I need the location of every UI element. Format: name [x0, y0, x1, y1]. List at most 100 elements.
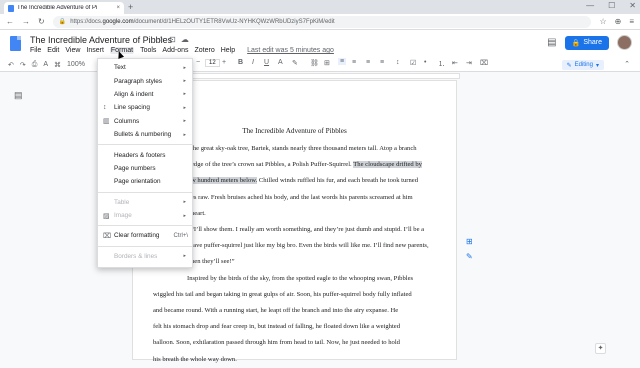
format-menu-item-headers-and-footers[interactable]: Headers & footers: [98, 148, 192, 161]
star-icon[interactable]: ☆: [157, 35, 164, 44]
editing-label: Editing: [574, 62, 593, 68]
format-menu-label: Columns: [114, 117, 140, 125]
close-window-button[interactable]: ✕: [629, 1, 636, 10]
format-menu-item-page-orientation[interactable]: Page orientation: [98, 175, 192, 188]
reload-icon[interactable]: ↻: [38, 17, 45, 26]
extension-icon[interactable]: ⊕: [615, 17, 622, 26]
format-menu-item-borders-and-lines: Borders & lines ▸: [98, 250, 192, 263]
ruler-track[interactable]: [190, 73, 460, 79]
menu-addons[interactable]: Add-ons: [162, 47, 188, 54]
forward-arrow-icon[interactable]: →: [22, 17, 30, 26]
menu-file[interactable]: File: [30, 47, 41, 54]
cloud-status-icon[interactable]: ☁: [181, 35, 189, 44]
menu-insert[interactable]: Insert: [86, 47, 104, 54]
document-title[interactable]: The Incredible Adventure of Pibbles: [30, 35, 172, 45]
format-menu-item-page-numbers[interactable]: Page numbers: [98, 162, 192, 175]
menu-separator: [98, 225, 192, 227]
explore-icon[interactable]: ✦: [595, 343, 606, 354]
format-menu-item-table: Table ▸: [98, 196, 192, 209]
body-line: wiggled his tail and began taking in gre…: [153, 290, 412, 298]
spellcheck-icon[interactable]: A: [43, 61, 48, 68]
menu-separator: [98, 191, 192, 193]
submenu-arrow-icon: ▸: [183, 199, 186, 206]
font-size-input[interactable]: 12: [205, 59, 220, 67]
move-folder-icon[interactable]: ⊡: [169, 35, 176, 44]
undo-icon[interactable]: ↶: [8, 61, 14, 69]
format-menu-label: Bullets & numbering: [114, 131, 172, 139]
format-menu-label: Align & indent: [114, 90, 154, 98]
italic-icon[interactable]: I: [252, 59, 254, 66]
menu-separator: [98, 245, 192, 247]
bold-icon[interactable]: B: [238, 59, 243, 66]
collapse-toolbar-icon[interactable]: ⌃: [624, 60, 630, 68]
address-row: ← → ↻ 🔒 https://docs.google.com/document…: [0, 14, 640, 30]
editing-mode-button[interactable]: ✎ Editing ▾: [561, 60, 604, 70]
document-outline-icon[interactable]: ▤: [14, 90, 23, 101]
align-left-icon[interactable]: ≡: [338, 58, 347, 65]
bulleted-list-icon[interactable]: •: [424, 59, 426, 66]
suggest-edit-icon[interactable]: ✎: [466, 252, 475, 261]
maximize-button[interactable]: ☐: [608, 1, 615, 10]
align-right-icon[interactable]: ≡: [366, 59, 370, 66]
submenu-arrow-icon: ▸: [183, 131, 186, 138]
increase-font-icon[interactable]: +: [222, 59, 226, 66]
avatar[interactable]: [617, 35, 632, 50]
format-menu-item-text[interactable]: Text ▸: [98, 61, 192, 74]
menu-separator: [98, 144, 192, 146]
tab-close-icon[interactable]: ×: [116, 5, 120, 11]
align-center-icon[interactable]: ≡: [352, 59, 356, 66]
browser-tab[interactable]: The Incredible Adventure of Pi ×: [4, 2, 124, 14]
bookmark-star-icon[interactable]: ☆: [599, 17, 606, 26]
format-menu-item-columns[interactable]: ▥ Columns ▸: [98, 115, 192, 128]
paint-format-icon[interactable]: ⌘: [54, 61, 61, 69]
format-menu: Text ▸ Paragraph styles ▸ Align & indent ▸ ↕ Li…: [97, 58, 193, 268]
text-color-icon[interactable]: A: [278, 59, 283, 66]
add-comment-icon[interactable]: ⊞: [324, 59, 330, 67]
docs-logo-icon[interactable]: [10, 36, 21, 51]
minimize-button[interactable]: —: [586, 1, 594, 10]
share-button[interactable]: 🔒 Share: [564, 35, 609, 50]
document-body[interactable]: the great sky-oak tree, Bartek, stands n…: [153, 141, 446, 368]
decrease-font-icon[interactable]: −: [196, 59, 200, 66]
add-comment-icon[interactable]: ⊞: [466, 237, 475, 246]
format-menu-item-bullets-and-numbering[interactable]: Bullets & numbering ▸: [98, 128, 192, 141]
highlight-icon[interactable]: ✎: [292, 59, 298, 67]
submenu-arrow-icon: ▸: [183, 253, 186, 260]
redo-icon[interactable]: ↷: [20, 61, 26, 69]
menu-zotero[interactable]: Zotero: [195, 47, 215, 54]
share-label: Share: [583, 39, 602, 46]
submenu-arrow-icon: ▸: [183, 91, 186, 98]
title-actions: ☆ ⊡ ☁: [157, 35, 189, 44]
floating-actions: ⊞ ✎: [466, 237, 475, 261]
menu-tools[interactable]: Tools: [140, 47, 156, 54]
print-icon[interactable]: ⎙: [32, 61, 38, 69]
format-menu-item-paragraph-styles[interactable]: Paragraph styles ▸: [98, 74, 192, 87]
clear-formatting-icon[interactable]: ⌧: [480, 59, 488, 67]
menu-help[interactable]: Help: [221, 47, 235, 54]
menu-icon[interactable]: ≡: [629, 17, 634, 26]
decrease-indent-icon[interactable]: ⇤: [452, 59, 458, 67]
underline-icon[interactable]: U: [264, 59, 269, 66]
numbered-list-icon[interactable]: ⒈: [438, 59, 445, 69]
checklist-icon[interactable]: ☑: [410, 59, 416, 67]
new-tab-button[interactable]: +: [128, 2, 133, 12]
back-arrow-icon[interactable]: ←: [6, 17, 14, 26]
body-line: the great sky-oak tree, Bartek, stands n…: [191, 145, 417, 152]
browser-tab-strip: The Incredible Adventure of Pi × + — ☐ ✕: [0, 0, 640, 14]
zoom-select[interactable]: 100%: [67, 61, 85, 68]
format-menu-item-line-spacing[interactable]: ↕ Line spacing ▸: [98, 101, 192, 114]
link-icon[interactable]: ⛓: [310, 59, 319, 67]
line-spacing-icon[interactable]: ↕: [396, 59, 400, 66]
body-line: and became round. With a running start, …: [153, 307, 399, 315]
body-line: rave puffer-squirrel just like my big br…: [191, 242, 429, 250]
justify-icon[interactable]: ≡: [380, 59, 384, 66]
format-menu-item-align-and-indent[interactable]: Align & indent ▸: [98, 88, 192, 101]
url-bar[interactable]: 🔒 https://docs.google.com/document/d/1HE…: [52, 15, 592, 28]
submenu-arrow-icon: ▸: [183, 118, 186, 125]
format-menu-item-clear-formatting[interactable]: ⌧ Clear formatting Ctrl+\: [98, 229, 192, 242]
increase-indent-icon[interactable]: ⇥: [466, 59, 472, 67]
menu-edit[interactable]: Edit: [47, 47, 59, 54]
comment-history-icon[interactable]: ▤: [547, 37, 556, 48]
last-edit-link[interactable]: Last edit was 5 minutes ago: [247, 47, 334, 54]
menu-view[interactable]: View: [65, 47, 80, 54]
